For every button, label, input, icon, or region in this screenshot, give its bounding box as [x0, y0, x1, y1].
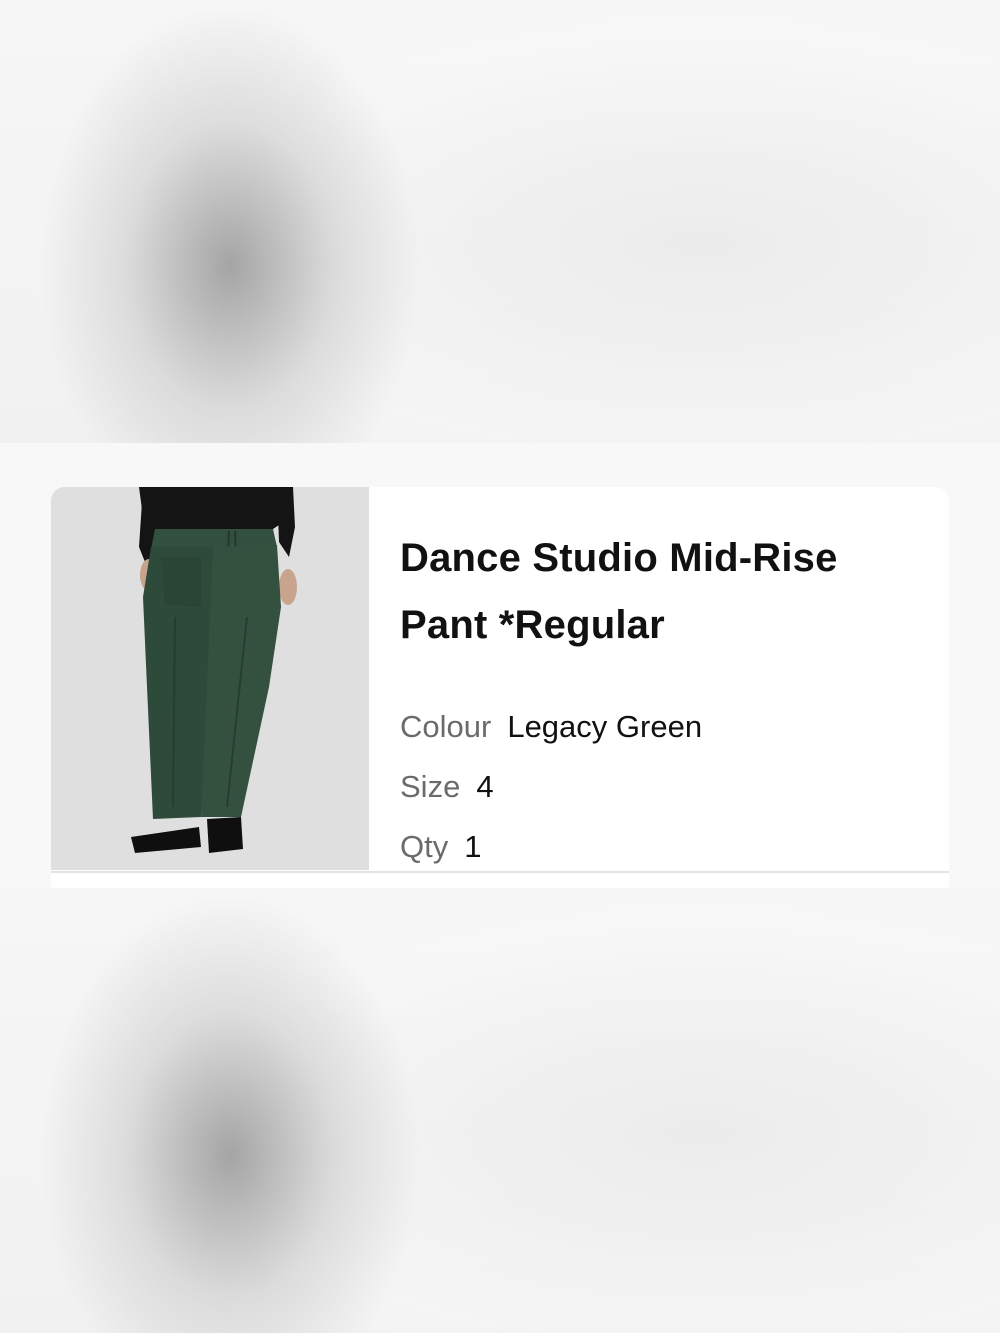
qty-label: Qty	[400, 829, 449, 864]
blurred-background-bottom	[0, 888, 1000, 1333]
size-value: 4	[476, 769, 494, 804]
card-divider	[51, 871, 949, 873]
size-label: Size	[400, 769, 461, 804]
green-pants-photo	[51, 487, 369, 870]
blurred-background-top	[0, 0, 1000, 443]
size-row: Size 4	[400, 767, 494, 807]
cart-item-card[interactable]: Dance Studio Mid-Rise Pant *Regular Colo…	[51, 487, 949, 888]
qty-value: 1	[464, 829, 482, 864]
colour-value: Legacy Green	[507, 709, 703, 744]
product-image[interactable]	[51, 487, 369, 870]
product-name[interactable]: Dance Studio Mid-Rise Pant *Regular	[400, 525, 900, 659]
colour-row: Colour Legacy Green	[400, 707, 702, 747]
qty-row: Qty 1	[400, 827, 481, 867]
colour-label: Colour	[400, 709, 492, 744]
